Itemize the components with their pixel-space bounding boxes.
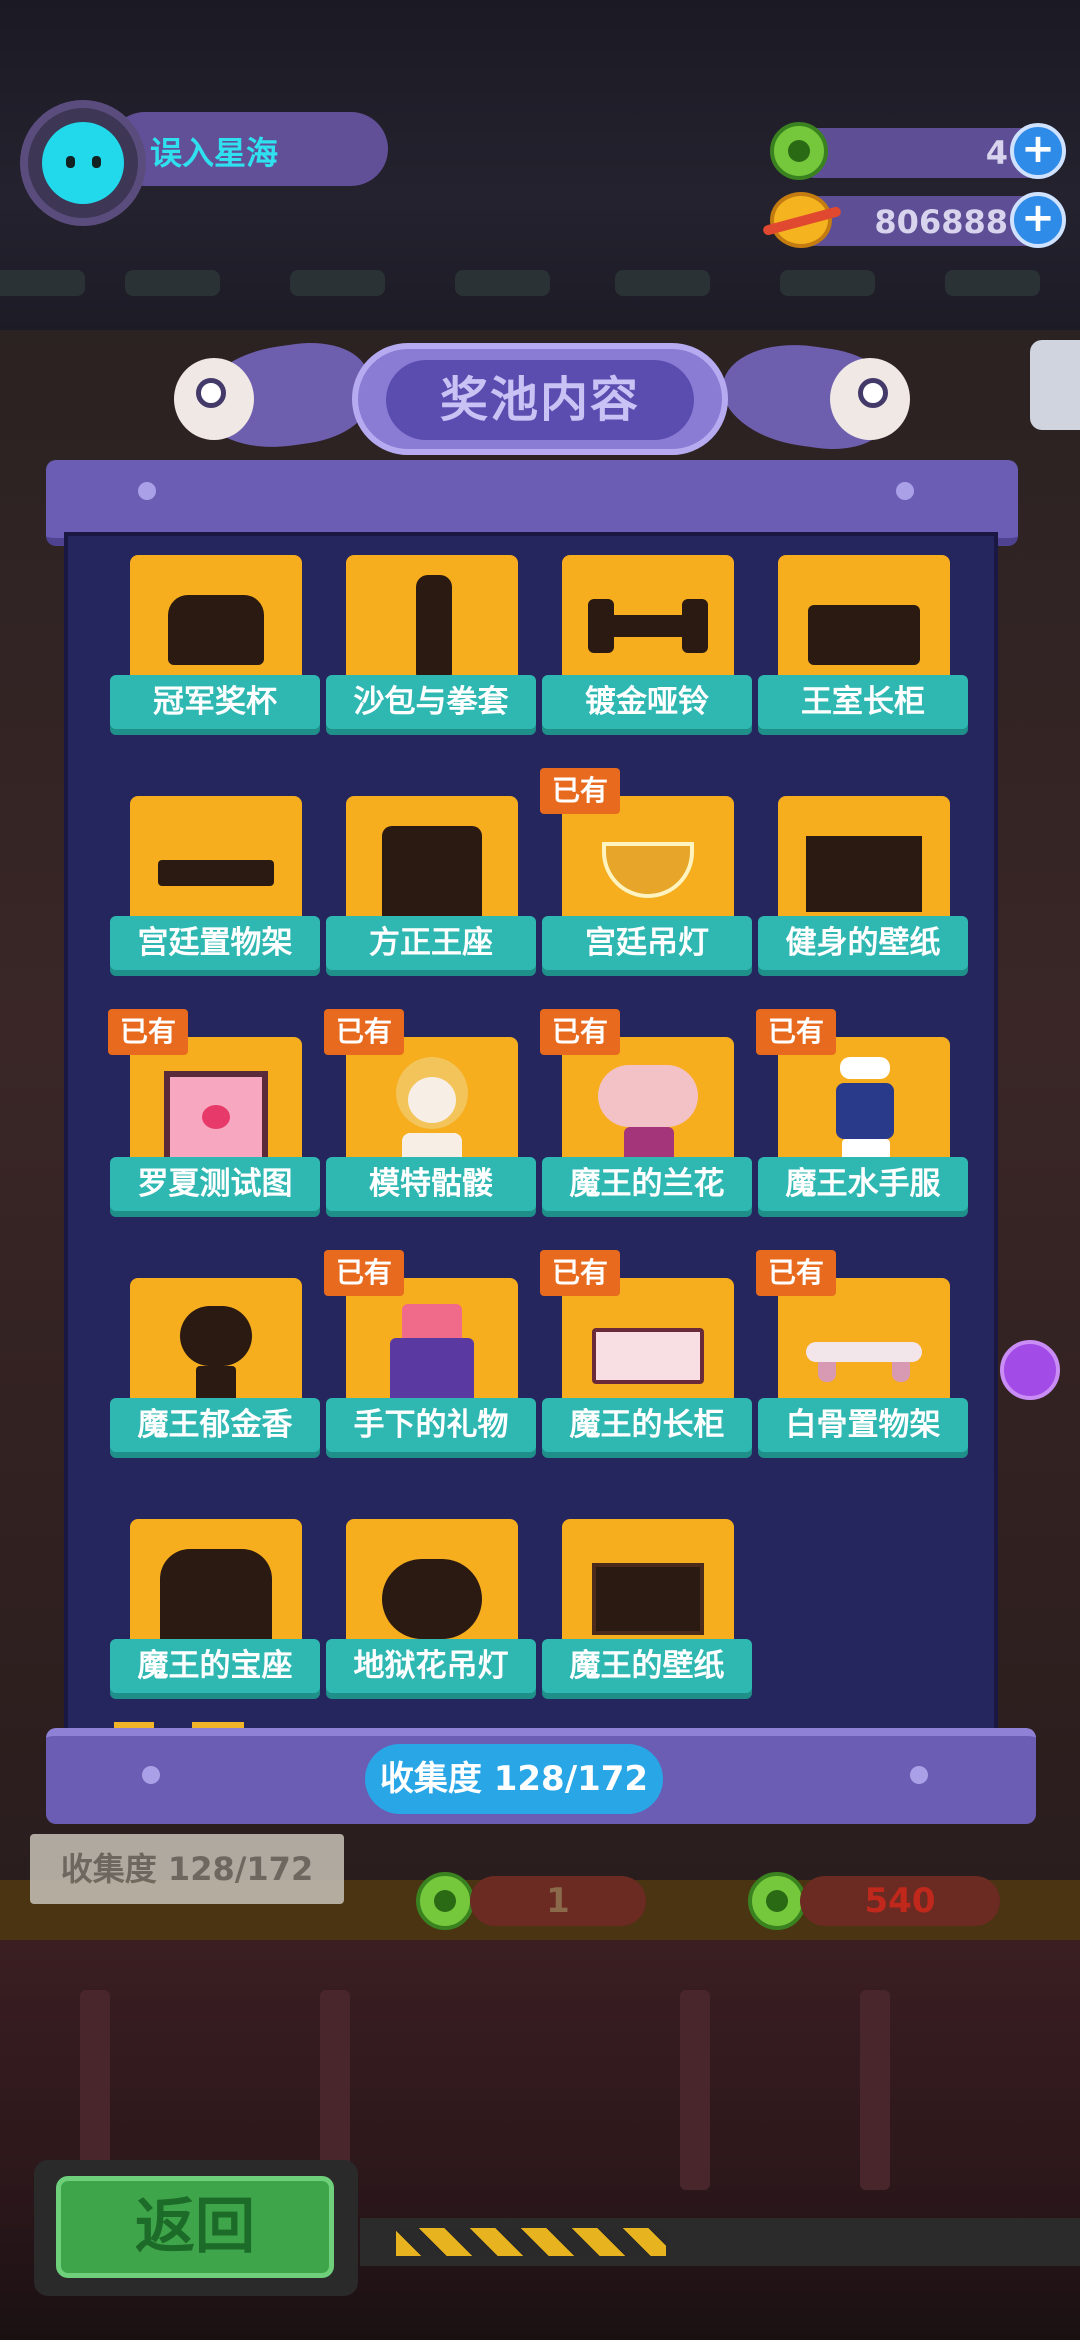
prize-item[interactable]: 魔王的宝座 (110, 1509, 320, 1709)
item-name: 宫廷吊灯 (542, 916, 752, 970)
prize-item[interactable]: 魔王水手服 已有 (756, 1009, 968, 1227)
prize-item[interactable]: 魔王郁金香 (110, 1268, 320, 1468)
prize-item[interactable]: 冠军奖杯 (110, 545, 320, 745)
item-name: 罗夏测试图 (110, 1157, 320, 1211)
fish-face (830, 358, 910, 440)
item-name: 魔王水手服 (758, 1157, 968, 1211)
prize-item[interactable]: 镀金哑铃 (542, 545, 752, 745)
prize-item[interactable]: 宫廷置物架 (110, 786, 320, 986)
item-name: 地狱花吊灯 (326, 1639, 536, 1693)
owned-badge: 已有 (324, 1250, 405, 1296)
fish-face (174, 358, 254, 440)
item-name: 魔王的壁纸 (542, 1639, 752, 1693)
prize-item[interactable]: 王室长柜 (758, 545, 968, 745)
prize-item[interactable]: 方正王座 (326, 786, 536, 986)
bg-stripe (125, 270, 220, 296)
item-name: 镀金哑铃 (542, 675, 752, 729)
hazard-stripe (396, 2228, 666, 2256)
bg-stripe (290, 270, 385, 296)
planet-coin-icon (770, 192, 832, 248)
bg-pillar (860, 1990, 890, 2190)
bg-stripe (615, 270, 710, 296)
bg-stripe (455, 270, 550, 296)
gem-value: 4 (985, 134, 1008, 172)
player-name: 误入星海 (150, 134, 279, 172)
bg-pillar (680, 1990, 710, 2190)
owned-badge: 已有 (324, 1009, 405, 1055)
coin-value: 806888 (874, 203, 1008, 241)
capsule-icon (416, 1872, 474, 1930)
prize-item[interactable]: 手下的礼物 已有 (324, 1250, 536, 1468)
prize-item[interactable]: 健身的壁纸 (758, 786, 968, 986)
owned-badge: 已有 (540, 1009, 621, 1055)
back-button[interactable]: 返回 (56, 2176, 334, 2278)
item-name: 魔王的兰花 (542, 1157, 752, 1211)
bg-stripe (0, 270, 85, 296)
bg-stripe (945, 270, 1040, 296)
prize-item[interactable]: 沙包与拳套 (326, 545, 536, 745)
item-name: 魔王的宝座 (110, 1639, 320, 1693)
item-name: 王室长柜 (758, 675, 968, 729)
add-coins-button[interactable]: + (1010, 192, 1066, 248)
owned-badge: 已有 (540, 768, 621, 814)
prize-item[interactable]: 宫廷吊灯 已有 (540, 768, 752, 986)
lever-knob-icon (1000, 1340, 1060, 1400)
owned-badge: 已有 (756, 1250, 837, 1296)
prize-item[interactable]: 模特骷髅 已有 (324, 1009, 536, 1227)
add-gems-button[interactable]: + (1010, 123, 1066, 179)
item-name: 方正王座 (326, 916, 536, 970)
item-name: 健身的壁纸 (758, 916, 968, 970)
prize-item[interactable]: 魔王的长柜 已有 (540, 1250, 752, 1468)
item-name: 冠军奖杯 (110, 675, 320, 729)
item-name: 魔王郁金香 (110, 1398, 320, 1452)
collection-progress: 收集度 128/172 (365, 1744, 663, 1814)
avatar-cat-icon (42, 122, 124, 204)
green-donut-icon (770, 122, 828, 180)
owned-badge: 已有 (540, 1250, 621, 1296)
prize-item[interactable]: 魔王的兰花 已有 (540, 1009, 752, 1227)
item-name: 宫廷置物架 (110, 916, 320, 970)
green-donut-icon (748, 1872, 806, 1930)
owned-badge: 已有 (756, 1009, 837, 1055)
prize-item[interactable]: 罗夏测试图 已有 (108, 1009, 320, 1227)
prize-item[interactable]: 白骨置物架 已有 (756, 1250, 968, 1468)
item-name: 手下的礼物 (326, 1398, 536, 1452)
bg-stripe (780, 270, 875, 296)
owned-badge: 已有 (108, 1009, 189, 1055)
bg-collection-label: 收集度 128/172 (30, 1834, 344, 1904)
item-name: 白骨置物架 (758, 1398, 968, 1452)
item-name: 沙包与拳套 (326, 675, 536, 729)
gem-cost: 540 (800, 1876, 1000, 1926)
prize-item[interactable]: 地狱花吊灯 (326, 1509, 536, 1709)
item-name: 魔王的长柜 (542, 1398, 752, 1452)
item-name: 模特骷髅 (326, 1157, 536, 1211)
share-icon[interactable] (1030, 340, 1080, 430)
capsule-cost: 1 (470, 1876, 646, 1926)
prize-item[interactable]: 魔王的壁纸 (542, 1509, 752, 1709)
page-title: 奖池内容 (439, 372, 640, 428)
